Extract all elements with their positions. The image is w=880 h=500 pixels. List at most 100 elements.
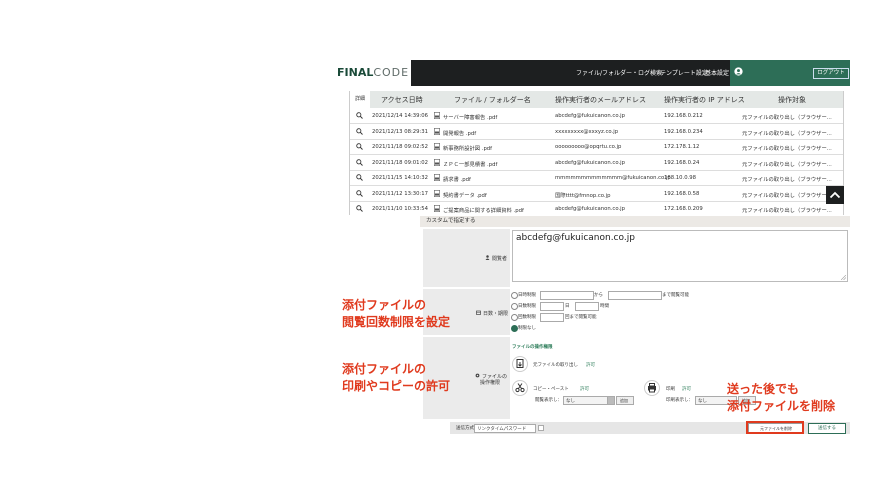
annotation-print-copy: 添付ファイルの 印刷やコピーの許可 (342, 361, 450, 395)
search-icon[interactable] (356, 127, 363, 135)
day-limit-label: 日数制限 (518, 304, 536, 309)
table-row[interactable]: 2021/12/13 08:29:31 開発報告 .pdf xxxxxxxxx@xx… (350, 124, 843, 140)
annotation-view-limit-line2: 閲覧回数制限を設定 (342, 315, 451, 329)
cell-email: abcdefg@fukuicanon.co.jp (555, 159, 625, 166)
radio-count-limit[interactable] (511, 314, 518, 321)
print-value[interactable]: 許可 (682, 386, 691, 392)
cell-target: 元ファイルの取り出し（ブラウザー... (742, 146, 832, 152)
cell-file[interactable]: 新事務所設計図 .pdf (443, 144, 492, 152)
gear-icon (475, 373, 480, 378)
logout-button[interactable]: ログアウト (813, 68, 849, 79)
date-limit-label: 日時制限 (518, 293, 536, 298)
th-file-name[interactable]: ファイル / フォルダー名 (454, 95, 531, 105)
cell-email: 国際tttt@fmnop.co.jp (555, 192, 611, 199)
send-method-value: リンクタイムパスワード (477, 427, 527, 432)
printer-icon (644, 380, 660, 396)
search-icon[interactable] (356, 205, 363, 212)
annotation-delete: 送った後でも 添付ファイルを削除 (727, 381, 835, 415)
cell-target: 元ファイルの取り出し（ブラウザー... (742, 115, 832, 121)
table-row[interactable]: 2021/11/18 09:01:02 ＺＰＣ一部見積書 .pdf abcdefg@… (350, 155, 843, 171)
count-unit: 回まで閲覧可能 (565, 315, 597, 320)
cell-file[interactable]: 契約書データ .pdf (443, 191, 487, 199)
log-table: 詳細 アクセス日時 ファイル / フォルダー名 操作実行者のメールアドレス 操作… (349, 91, 844, 215)
scroll-top-button[interactable] (826, 186, 844, 204)
copy-label: コピー・ペースト (533, 387, 569, 392)
radio-day-limit[interactable] (511, 303, 518, 310)
search-icon[interactable] (356, 143, 363, 150)
send-button[interactable]: 送信する (808, 423, 846, 434)
cell-ip: 192.168.0.212 (664, 113, 703, 119)
ops-heading: ファイルの操作権限 (512, 345, 553, 350)
pdf-file-icon (434, 158, 440, 166)
cell-file[interactable]: ＺＰＣ一部見積書 .pdf (443, 160, 497, 168)
th-ip[interactable]: 操作実行者の IP アドレス (664, 95, 745, 105)
logo[interactable]: FINALCODE (337, 66, 409, 79)
user-icon[interactable] (734, 67, 743, 76)
cell-date: 2021/11/10 10:33:54 (372, 206, 429, 212)
custom-heading: カスタムで指定する (420, 216, 850, 227)
hours-input[interactable] (575, 302, 599, 311)
display-add-button[interactable]: 追加 (616, 396, 634, 405)
pdf-file-icon (434, 127, 440, 135)
cell-email: abcdefg@fukuicanon.co.jp (555, 206, 625, 212)
display-select-value: なし (566, 399, 575, 404)
annotation-view-limit-line1: 添付ファイルの (342, 298, 427, 312)
search-icon[interactable] (356, 174, 363, 181)
radio-no-limit[interactable] (511, 325, 518, 332)
cell-target: 元ファイルの取り出し（ブラウザー... (742, 130, 832, 137)
cell-file[interactable]: 請求書 .pdf (443, 175, 471, 183)
search-icon[interactable] (356, 189, 363, 197)
resize-handle-icon[interactable] (841, 275, 846, 280)
days-unit: 日 (565, 304, 570, 309)
th-detail: 詳細 (350, 91, 370, 108)
th-target[interactable]: 操作対象 (778, 95, 806, 105)
display-select[interactable]: なし (563, 396, 613, 405)
extract-label: 元ファイルの取り出し (533, 363, 578, 368)
nav-basic-settings[interactable]: 基本設定 (705, 68, 729, 77)
display-label: 閲覧表示し： (535, 398, 562, 403)
nav-template-settings[interactable]: テンプレート設定 (660, 68, 708, 77)
cell-file[interactable]: サーバー障害報告 .pdf (443, 113, 497, 121)
table-row[interactable]: 2021/11/15 14:10:32 請求書 .pdf mmmmmmmmmmmmm… (350, 171, 843, 186)
no-limit-label: 制限なし (518, 326, 536, 331)
search-icon[interactable] (356, 158, 363, 166)
radio-date-limit[interactable] (511, 292, 518, 299)
logo-thin: CODE (373, 66, 410, 79)
table-row[interactable]: 2021/11/10 10:33:54 ご提案商品に関する詳細資料 .pdf abc… (350, 202, 843, 215)
footer-checkbox[interactable] (538, 425, 544, 431)
copy-value[interactable]: 許可 (580, 386, 589, 392)
log-screen: FINALCODE ファイル/フォルダー・ログ検索 テンプレート設定 基本設定 … (333, 60, 850, 215)
chevron-up-icon (829, 191, 841, 199)
print-display-label: 印刷表示し： (666, 398, 693, 403)
cell-target: 元ファイルの取り出し（ブラウザー (742, 192, 827, 199)
cell-file[interactable]: 開発報告 .pdf (443, 129, 476, 137)
cell-file[interactable]: ご提案商品に関する詳細資料 .pdf (443, 206, 524, 214)
table-row[interactable]: 2021/12/14 14:39:06 サーバー障害報告 .pdf abcdefg@… (350, 109, 843, 124)
ops-label-line2: 操作権限 (480, 380, 501, 386)
annotation-print-copy-line1: 添付ファイルの (342, 362, 427, 376)
pdf-file-icon (434, 174, 440, 181)
date-from-input[interactable] (540, 291, 594, 300)
table-row[interactable]: 2021/11/18 09:02:52 新事務所設計図 .pdf ooooooooo… (350, 140, 843, 155)
annotation-view-limit: 添付ファイルの 閲覧回数制限を設定 (342, 297, 450, 331)
date-to-input[interactable] (608, 291, 662, 300)
send-method-label: 送信方式 (456, 426, 474, 431)
table-row[interactable]: 2021/11/12 13:30:17 契約書データ .pdf 国際tttt@fmn… (350, 186, 843, 202)
calendar-icon (476, 310, 481, 315)
th-email[interactable]: 操作実行者のメールアドレス (555, 95, 646, 105)
recipient-textarea[interactable]: abcdefg@fukuicanon.co.jp (512, 230, 848, 282)
cell-ip: 168.10.0.98 (664, 175, 697, 181)
from-label: から (594, 293, 603, 298)
count-input[interactable] (540, 313, 564, 322)
display-select-arrow[interactable] (607, 396, 615, 405)
logo-area: FINALCODE (333, 60, 411, 86)
th-access-date[interactable]: アクセス日時 (381, 95, 423, 105)
search-icon[interactable] (356, 112, 363, 119)
send-method-select[interactable]: リンクタイムパスワード (474, 424, 536, 433)
top-bar: FINALCODE ファイル/フォルダー・ログ検索 テンプレート設定 基本設定 … (333, 60, 850, 86)
days-input[interactable] (540, 302, 564, 311)
nav-file-log-search[interactable]: ファイル/フォルダー・ログ検索 (576, 68, 662, 77)
extract-value[interactable]: 許可 (586, 362, 595, 368)
pdf-file-icon (434, 143, 440, 150)
delete-highlight (746, 421, 804, 434)
